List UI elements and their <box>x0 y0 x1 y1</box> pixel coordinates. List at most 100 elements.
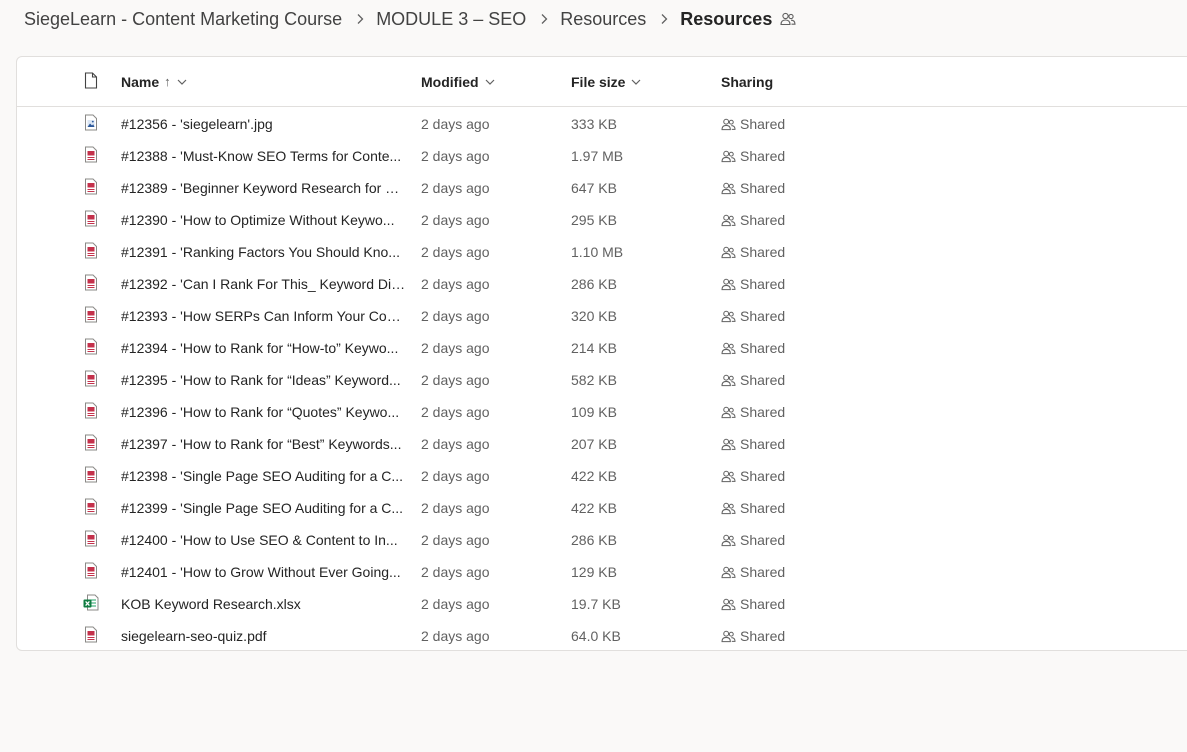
file-name[interactable]: #12392 - 'Can I Rank For This_ Keyword D… <box>121 268 406 300</box>
file-sharing[interactable]: Shared <box>721 204 861 236</box>
file-sharing-text: Shared <box>740 148 786 164</box>
file-modified-text: 2 days ago <box>421 596 490 612</box>
file-name[interactable]: #12400 - 'How to Use SEO & Content to In… <box>121 524 406 556</box>
file-size-text: 582 KB <box>571 372 617 388</box>
breadcrumb-item-course[interactable]: SiegeLearn - Content Marketing Course <box>24 9 342 30</box>
file-sharing[interactable]: Shared <box>721 140 861 172</box>
chevron-down-icon <box>631 79 641 85</box>
file-row[interactable]: #12398 - 'Single Page SEO Auditing for a… <box>17 460 1187 492</box>
file-sharing[interactable]: Shared <box>721 492 861 524</box>
file-sharing[interactable]: Shared <box>721 108 861 140</box>
file-sharing[interactable]: Shared <box>721 396 861 428</box>
file-row[interactable]: #12395 - 'How to Rank for “Ideas” Keywor… <box>17 364 1187 396</box>
pdf-file-icon <box>84 274 98 294</box>
file-name[interactable]: KOB Keyword Research.xlsx <box>121 588 406 620</box>
file-sharing[interactable]: Shared <box>721 428 861 460</box>
file-sharing[interactable]: Shared <box>721 524 861 556</box>
file-row[interactable]: #12400 - 'How to Use SEO & Content to In… <box>17 524 1187 556</box>
file-row[interactable]: #12392 - 'Can I Rank For This_ Keyword D… <box>17 268 1187 300</box>
file-name[interactable]: #12388 - 'Must-Know SEO Terms for Conte.… <box>121 140 406 172</box>
image-file-icon <box>84 114 98 134</box>
file-sharing[interactable]: Shared <box>721 460 861 492</box>
file-row[interactable]: #12396 - 'How to Rank for “Quotes” Keywo… <box>17 396 1187 428</box>
file-row[interactable]: KOB Keyword Research.xlsx 2 days ago 19.… <box>17 588 1187 620</box>
file-sharing-text: Shared <box>740 404 786 420</box>
file-row[interactable]: #12391 - 'Ranking Factors You Should Kno… <box>17 236 1187 268</box>
pdf-file-icon <box>84 626 98 646</box>
file-size: 422 KB <box>571 460 711 492</box>
file-size: 129 KB <box>571 556 711 588</box>
file-name[interactable]: #12396 - 'How to Rank for “Quotes” Keywo… <box>121 396 406 428</box>
file-name[interactable]: #12398 - 'Single Page SEO Auditing for a… <box>121 460 406 492</box>
file-size: 422 KB <box>571 492 711 524</box>
file-row[interactable]: #12356 - 'siegelearn'.jpg 2 days ago 333… <box>17 108 1187 140</box>
file-name[interactable]: #12395 - 'How to Rank for “Ideas” Keywor… <box>121 364 406 396</box>
file-modified-text: 2 days ago <box>421 340 490 356</box>
file-modified-text: 2 days ago <box>421 564 490 580</box>
file-sharing[interactable]: Shared <box>721 268 861 300</box>
file-modified-text: 2 days ago <box>421 244 490 260</box>
file-name[interactable]: #12389 - 'Beginner Keyword Research for … <box>121 172 406 204</box>
file-type-column-header[interactable] <box>81 57 101 106</box>
file-modified-text: 2 days ago <box>421 212 490 228</box>
file-name-text: siegelearn-seo-quiz.pdf <box>121 628 267 644</box>
file-size: 647 KB <box>571 172 711 204</box>
name-column-label: Name <box>121 73 160 90</box>
file-sharing[interactable]: Shared <box>721 620 861 650</box>
file-name[interactable]: #12391 - 'Ranking Factors You Should Kno… <box>121 236 406 268</box>
file-name[interactable]: #12397 - 'How to Rank for “Best” Keyword… <box>121 428 406 460</box>
file-row[interactable]: siegelearn-seo-quiz.pdf 2 days ago 64.0 … <box>17 620 1187 650</box>
shared-people-icon[interactable] <box>780 12 796 26</box>
file-name-text: #12397 - 'How to Rank for “Best” Keyword… <box>121 436 402 452</box>
modified-column-header[interactable]: Modified <box>421 57 561 106</box>
file-sharing-text: Shared <box>740 468 786 484</box>
file-modified: 2 days ago <box>421 588 561 620</box>
file-sharing[interactable]: Shared <box>721 300 861 332</box>
pdf-file-icon <box>84 562 98 582</box>
file-modified-text: 2 days ago <box>421 180 490 196</box>
file-name[interactable]: #12393 - 'How SERPs Can Inform Your Cont… <box>121 300 406 332</box>
chevron-right-icon <box>356 13 364 25</box>
file-name[interactable]: #12394 - 'How to Rank for “How-to” Keywo… <box>121 332 406 364</box>
file-modified-text: 2 days ago <box>421 148 490 164</box>
file-row[interactable]: #12394 - 'How to Rank for “How-to” Keywo… <box>17 332 1187 364</box>
chevron-down-icon <box>177 79 187 85</box>
pdf-file-icon <box>84 338 98 358</box>
file-size-text: 19.7 KB <box>571 596 621 612</box>
file-sharing[interactable]: Shared <box>721 172 861 204</box>
file-sharing[interactable]: Shared <box>721 332 861 364</box>
sharing-column-header[interactable]: Sharing <box>721 57 861 106</box>
file-name[interactable]: #12390 - 'How to Optimize Without Keywo.… <box>121 204 406 236</box>
file-sharing[interactable]: Shared <box>721 236 861 268</box>
file-name[interactable]: #12356 - 'siegelearn'.jpg <box>121 108 406 140</box>
file-size-text: 333 KB <box>571 116 617 132</box>
file-sharing[interactable]: Shared <box>721 556 861 588</box>
file-row[interactable]: #12399 - 'Single Page SEO Auditing for a… <box>17 492 1187 524</box>
file-size-text: 422 KB <box>571 468 617 484</box>
file-row[interactable]: #12390 - 'How to Optimize Without Keywo.… <box>17 204 1187 236</box>
file-size-text: 109 KB <box>571 404 617 420</box>
file-sharing-text: Shared <box>740 628 786 644</box>
file-name-text: KOB Keyword Research.xlsx <box>121 596 301 612</box>
file-row[interactable]: #12388 - 'Must-Know SEO Terms for Conte.… <box>17 140 1187 172</box>
file-sharing[interactable]: Shared <box>721 364 861 396</box>
breadcrumb-item-resources[interactable]: Resources <box>560 9 646 30</box>
file-modified: 2 days ago <box>421 428 561 460</box>
name-column-header[interactable]: Name ↑ <box>121 57 406 106</box>
file-modified-text: 2 days ago <box>421 372 490 388</box>
file-size-column-header[interactable]: File size <box>571 57 711 106</box>
file-size-text: 286 KB <box>571 532 617 548</box>
file-size: 1.97 MB <box>571 140 711 172</box>
file-size: 19.7 KB <box>571 588 711 620</box>
file-sharing[interactable]: Shared <box>721 588 861 620</box>
file-row[interactable]: #12397 - 'How to Rank for “Best” Keyword… <box>17 428 1187 460</box>
file-modified: 2 days ago <box>421 300 561 332</box>
file-name[interactable]: #12399 - 'Single Page SEO Auditing for a… <box>121 492 406 524</box>
file-row[interactable]: #12401 - 'How to Grow Without Ever Going… <box>17 556 1187 588</box>
file-name[interactable]: #12401 - 'How to Grow Without Ever Going… <box>121 556 406 588</box>
file-row[interactable]: #12389 - 'Beginner Keyword Research for … <box>17 172 1187 204</box>
file-name[interactable]: siegelearn-seo-quiz.pdf <box>121 620 406 650</box>
file-row[interactable]: #12393 - 'How SERPs Can Inform Your Cont… <box>17 300 1187 332</box>
file-modified: 2 days ago <box>421 364 561 396</box>
breadcrumb-item-module[interactable]: MODULE 3 – SEO <box>376 9 526 30</box>
